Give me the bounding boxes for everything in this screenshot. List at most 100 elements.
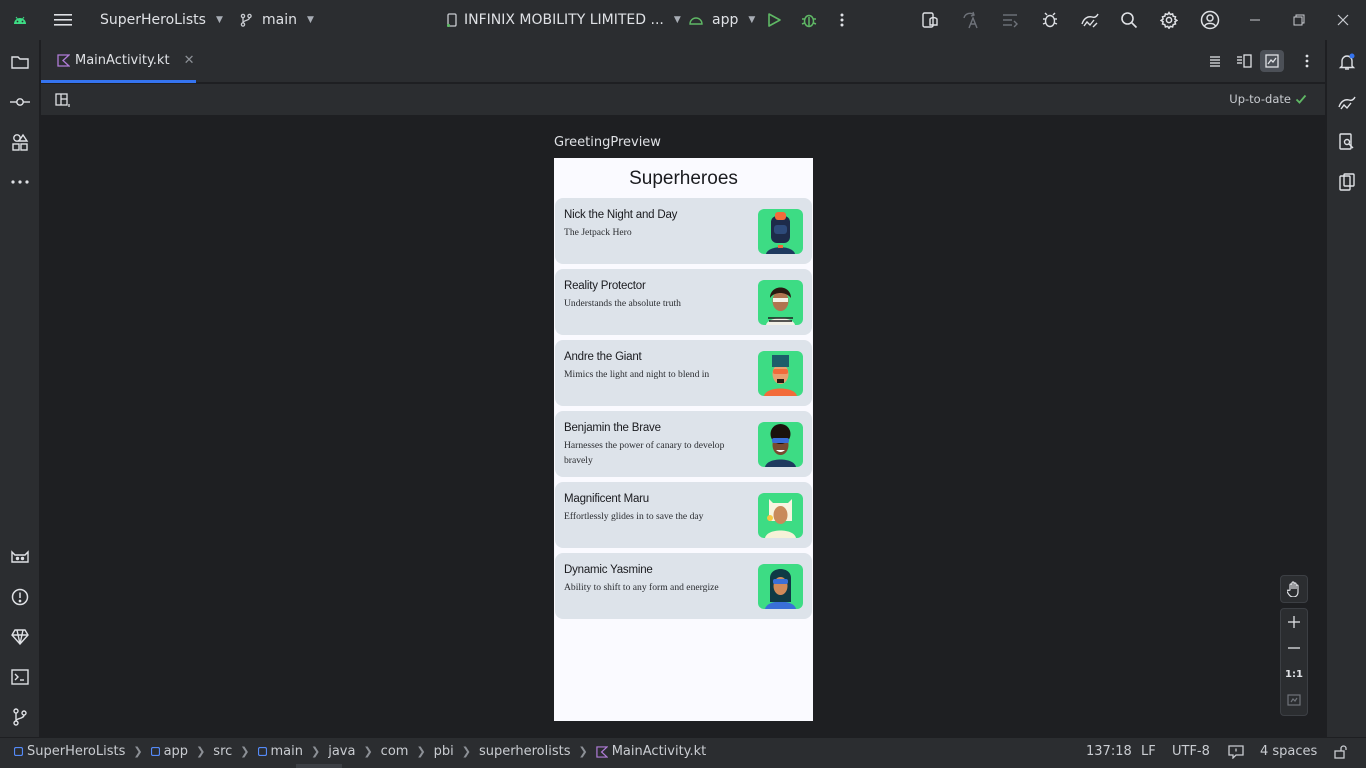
hero-card: Dynamic Yasmine Ability to shift to any …	[555, 553, 812, 619]
title-bar: SuperHeroLists ▼ main ▼ INFINIX MOBILITY…	[0, 0, 1366, 40]
breadcrumb-item[interactable]: SuperHeroLists	[14, 744, 125, 759]
project-folder-icon[interactable]	[10, 52, 30, 72]
split-view-icon[interactable]	[1236, 53, 1252, 73]
zoom-out-icon[interactable]	[1281, 635, 1307, 661]
pan-hand-icon[interactable]	[1281, 576, 1307, 602]
breadcrumb-separator-icon: ❯	[240, 745, 250, 758]
kotlin-file-icon	[596, 745, 608, 758]
design-view-icon[interactable]	[1260, 50, 1284, 72]
caret-position[interactable]: 137:18	[1086, 744, 1132, 759]
git-branch-icon	[236, 10, 256, 30]
preview-toolbar: Up-to-date	[41, 84, 1325, 115]
hero-name: Andre the Giant	[564, 351, 642, 363]
line-ending[interactable]: LF	[1141, 744, 1156, 759]
device-explorer-icon[interactable]	[1337, 132, 1357, 152]
version-control-icon[interactable]	[10, 707, 30, 727]
run-config-selector[interactable]: app ▼	[686, 0, 755, 40]
run-icon[interactable]	[766, 0, 782, 40]
inspections-icon[interactable]	[1228, 745, 1244, 763]
zoom-in-icon[interactable]	[1281, 609, 1307, 635]
chevron-down-icon: ▼	[306, 15, 314, 25]
hero-name: Reality Protector	[564, 280, 646, 292]
hero-name: Dynamic Yasmine	[564, 564, 653, 576]
device-name: INFINIX MOBILITY LIMITED ...	[464, 12, 664, 28]
breadcrumb-item[interactable]: MainActivity.kt	[596, 744, 706, 759]
breadcrumb-item[interactable]: com	[381, 744, 409, 759]
phone-device-icon	[446, 10, 458, 30]
debug-icon[interactable]	[800, 0, 818, 40]
right-tool-window-bar	[1326, 40, 1366, 737]
preview-name-label[interactable]: GreetingPreview	[554, 135, 661, 150]
file-encoding[interactable]: UTF-8	[1172, 744, 1210, 759]
main-menu-icon[interactable]	[54, 0, 72, 40]
breadcrumb-item[interactable]: src	[213, 744, 232, 759]
chevron-down-icon: ▼	[215, 15, 223, 25]
breadcrumb-separator-icon: ❯	[578, 745, 588, 758]
run-config-name: app	[712, 12, 739, 28]
apply-code-changes-icon[interactable]	[1000, 0, 1020, 40]
kotlin-file-icon	[55, 50, 71, 70]
breadcrumb-item[interactable]: main	[257, 744, 303, 759]
read-only-lock-icon[interactable]	[1334, 745, 1348, 763]
status-bar-scroll-indicator	[296, 764, 342, 768]
code-view-icon[interactable]	[1207, 53, 1223, 73]
zoom-controls: 1:1	[1280, 608, 1308, 716]
account-avatar-icon[interactable]	[1200, 0, 1220, 40]
more-tool-windows-icon[interactable]	[10, 172, 30, 192]
commit-icon[interactable]	[10, 92, 30, 112]
logcat-icon[interactable]	[10, 547, 30, 567]
breadcrumb-separator-icon: ❯	[416, 745, 426, 758]
more-actions-icon[interactable]	[834, 0, 850, 40]
pan-tool[interactable]	[1280, 575, 1308, 603]
breadcrumb-separator-icon: ❯	[196, 745, 206, 758]
hero-description: Ability to shift to any form and energiz…	[564, 582, 719, 593]
restore-window-icon[interactable]	[1292, 0, 1306, 40]
editor-tab-bar: MainActivity.kt ✕	[41, 40, 1325, 83]
notifications-bell-icon[interactable]	[1337, 52, 1357, 72]
breadcrumb-separator-icon: ❯	[133, 745, 143, 758]
search-icon[interactable]	[1120, 0, 1138, 40]
indent-setting[interactable]: 4 spaces	[1260, 744, 1317, 759]
status-bar: SuperHeroLists ❯ app ❯ src ❯ main ❯ java…	[0, 737, 1366, 768]
problems-icon[interactable]	[10, 587, 30, 607]
chevron-down-icon: ▼	[748, 15, 756, 25]
close-tab-icon[interactable]: ✕	[184, 53, 195, 68]
editor-more-icon[interactable]	[1299, 53, 1315, 73]
close-window-icon[interactable]	[1336, 0, 1350, 40]
build-status: Up-to-date	[1229, 92, 1307, 106]
minimize-window-icon[interactable]	[1248, 0, 1262, 40]
device-selector[interactable]: INFINIX MOBILITY LIMITED ... ▼	[446, 0, 681, 40]
hero-card: Magnificent Maru Effortlessly glides in …	[555, 482, 812, 548]
module-icon	[150, 747, 160, 756]
running-devices-icon[interactable]	[1337, 172, 1357, 192]
hero-description: Mimics the light and night to blend in	[564, 369, 710, 380]
breadcrumb-separator-icon: ❯	[363, 745, 373, 758]
zoom-actual-size-button[interactable]: 1:1	[1281, 661, 1307, 687]
breadcrumb-item[interactable]: superherolists	[479, 744, 571, 759]
branch-selector[interactable]: main ▼	[236, 0, 314, 40]
tab-main-activity[interactable]: MainActivity.kt ✕	[41, 40, 196, 83]
android-logo-icon	[12, 0, 28, 40]
project-name: SuperHeroLists	[100, 12, 206, 28]
hero-description: Harnesses the power of canary to develop…	[564, 440, 725, 466]
app-quality-insights-icon[interactable]	[10, 627, 30, 647]
terminal-icon[interactable]	[10, 667, 30, 687]
hero-avatar-image	[758, 280, 803, 325]
sync-gradle-icon[interactable]	[1080, 0, 1100, 40]
breadcrumb-item[interactable]: pbi	[434, 744, 454, 759]
resource-manager-icon[interactable]	[10, 132, 30, 152]
breadcrumb: SuperHeroLists ❯ app ❯ src ❯ main ❯ java…	[14, 744, 706, 759]
build-status-label: Up-to-date	[1229, 92, 1291, 106]
settings-gear-icon[interactable]	[1160, 0, 1178, 40]
apply-changes-icon[interactable]	[960, 0, 980, 40]
preview-layout-icon[interactable]	[55, 92, 71, 112]
breadcrumb-item[interactable]: java	[328, 744, 355, 759]
hero-description: Understands the absolute truth	[564, 298, 681, 309]
zoom-to-fit-icon[interactable]	[1281, 687, 1307, 713]
gradle-icon[interactable]	[1337, 92, 1357, 112]
project-selector[interactable]: SuperHeroLists ▼	[100, 0, 223, 40]
breadcrumb-item[interactable]: app	[150, 744, 188, 759]
attach-debugger-icon[interactable]	[1040, 0, 1060, 40]
hero-name: Nick the Night and Day	[564, 209, 678, 221]
device-manager-icon[interactable]	[920, 0, 940, 40]
